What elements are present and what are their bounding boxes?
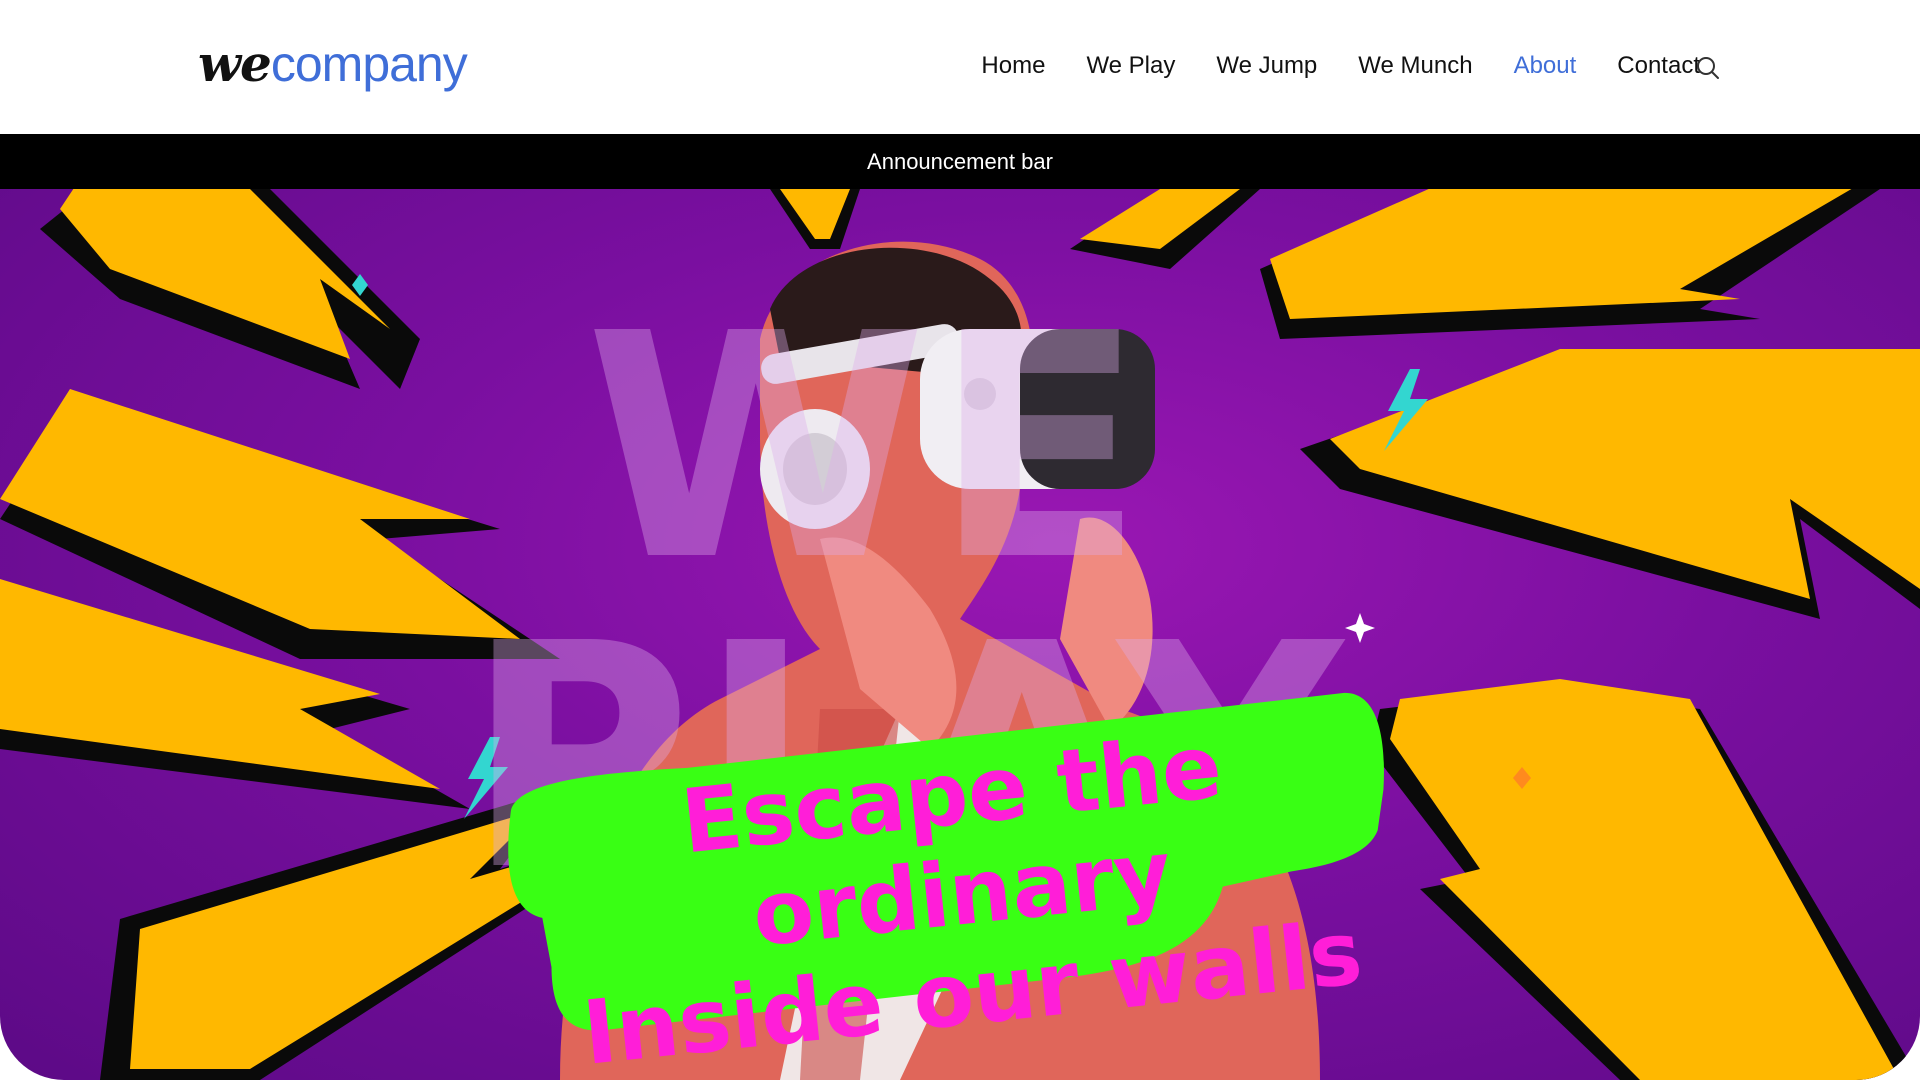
lightning-bolt-shape (770, 189, 860, 249)
logo[interactable]: we company (198, 34, 468, 98)
main-nav: Home We Play We Jump We Munch About Cont… (981, 50, 1700, 82)
logo-we: we (198, 34, 272, 93)
sparkle-icon (1345, 613, 1375, 643)
nav-we-play[interactable]: We Play (1086, 50, 1175, 82)
announcement-text: Announcement bar (867, 148, 1053, 174)
lightning-bolt-shape (1260, 189, 1880, 339)
hero-section: WE PLAY Escape the ordinary Inside our w… (0, 189, 1920, 1080)
nav-we-munch[interactable]: We Munch (1358, 50, 1472, 82)
lightning-bolt-shape (1370, 679, 1920, 1080)
lightning-bolt-shape (1300, 349, 1920, 619)
lightning-bolt-shape (1070, 189, 1260, 269)
nav-home[interactable]: Home (981, 50, 1045, 82)
nav-we-jump[interactable]: We Jump (1216, 50, 1317, 82)
announcement-bar[interactable]: Announcement bar (0, 134, 1920, 189)
search-icon (1697, 57, 1719, 79)
site-header: we company Home We Play We Jump We Munch … (0, 0, 1920, 134)
nav-about[interactable]: About (1514, 50, 1577, 82)
search-button[interactable] (1695, 55, 1721, 81)
page-frame: we company Home We Play We Jump We Munch … (0, 0, 1920, 1080)
nav-contact[interactable]: Contact (1617, 50, 1700, 82)
hero-watermark-line1: WE (585, 268, 1151, 629)
logo-company: company (270, 36, 468, 92)
